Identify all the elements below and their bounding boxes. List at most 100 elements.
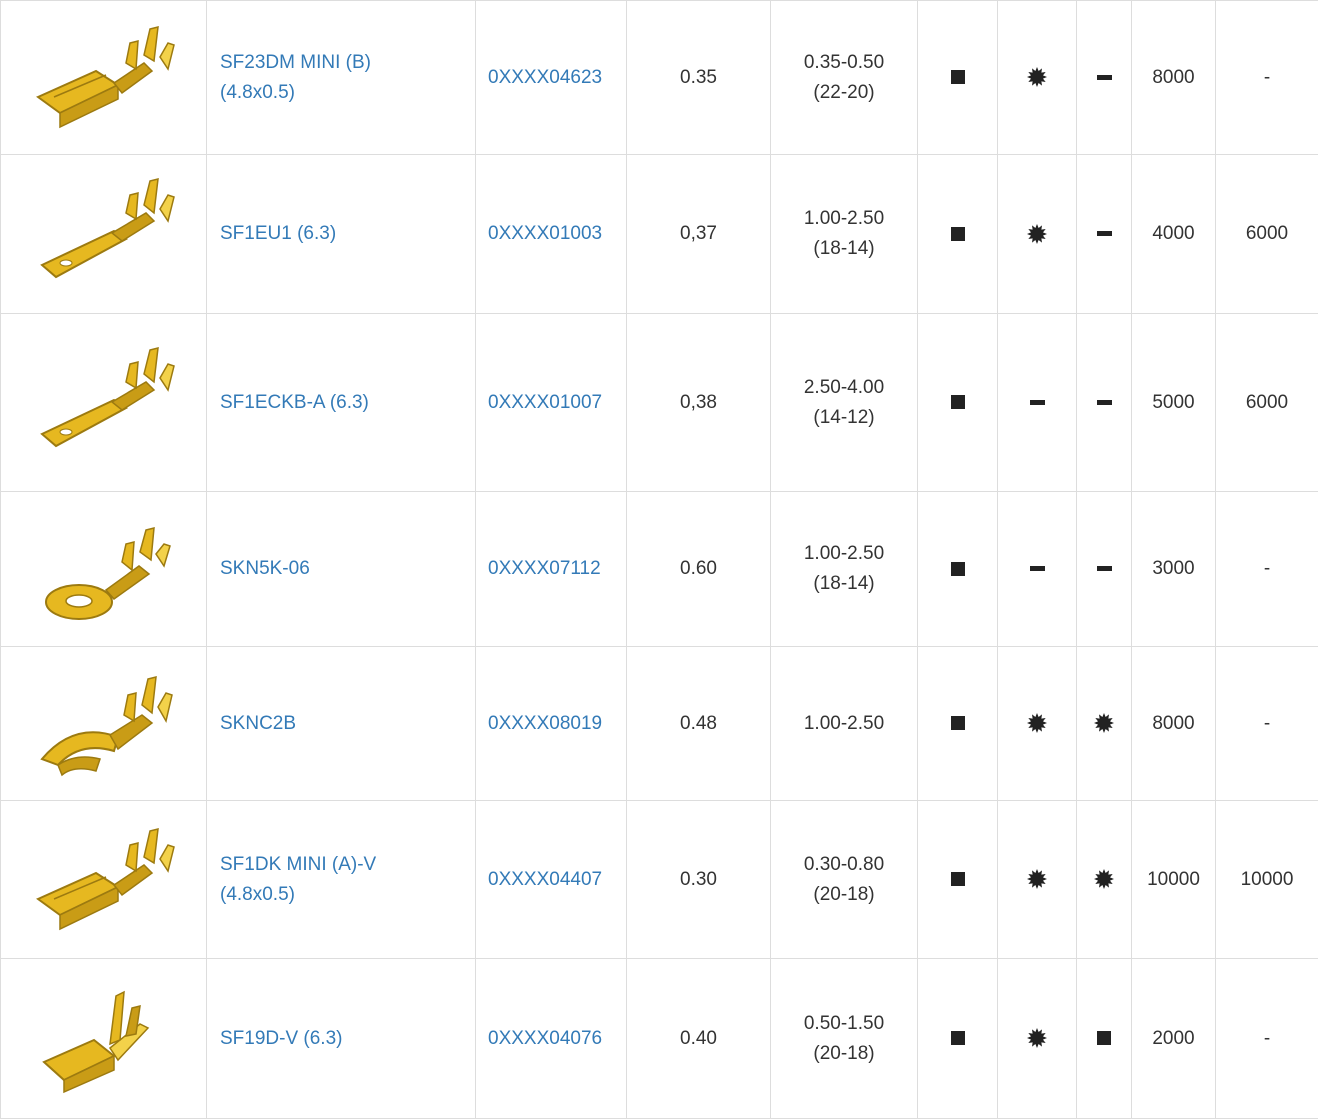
product-name-line: SKN5K-06 (220, 558, 310, 579)
cross-section-line: (18-14) (813, 238, 875, 259)
product-code-link[interactable]: 0XXXX01003 (488, 223, 602, 244)
cross-section-line: 1.00-2.50 (803, 208, 885, 229)
product-name-line: SF1DK MINI (A)-V (220, 853, 377, 875)
weight-cell: 0.30 (626, 800, 771, 959)
product-code-link[interactable]: 0XXXX04407 (488, 869, 602, 890)
filled-square-icon (950, 716, 965, 731)
cross-section-line: (20-18) (813, 883, 875, 905)
property-icon-cell (997, 154, 1077, 314)
female-receptacle-terminal-image[interactable] (14, 815, 194, 945)
quantity-cell: 2000 (1131, 958, 1216, 1119)
product-image-cell (0, 313, 207, 492)
product-name-line: SF19D-V (6.3) (220, 1027, 343, 1049)
table-row: SF23DM MINI (B) (4.8x0.5) 0XXXX04623 0.35 0.… (0, 0, 1318, 155)
product-name-link[interactable]: SKN5K-06 (220, 554, 475, 584)
property-icon-cell (917, 313, 998, 492)
fork-terminal-image[interactable] (14, 659, 194, 789)
starburst-icon (1027, 67, 1047, 88)
property-icon-cell (997, 800, 1077, 959)
product-image-cell (0, 646, 207, 801)
starburst-icon (1027, 223, 1047, 244)
dash-icon (1096, 566, 1112, 572)
ring-terminal-image[interactable] (14, 504, 194, 634)
property-icon-cell (1076, 154, 1132, 314)
cross-section-line: (22-20) (813, 81, 875, 103)
quantity-cell: 8000 (1131, 646, 1216, 801)
quantity-alt-cell: - (1215, 646, 1318, 801)
cross-section-cell: 0.35-0.50 (22-20) (770, 0, 918, 155)
property-icon-cell (1076, 646, 1132, 801)
weight-cell: 0,37 (626, 154, 771, 314)
product-name-cell: SKNC2B (206, 646, 476, 801)
dash-icon (1029, 399, 1045, 405)
product-name-line: SKNC2B (220, 712, 297, 734)
quantity-cell: 5000 (1131, 313, 1216, 492)
quantity-alt-cell: - (1215, 0, 1318, 155)
cross-section-cell: 0.50-1.50 (20-18) (770, 958, 918, 1119)
quantity-alt-cell: - (1215, 491, 1318, 647)
flag-female-terminal-image[interactable] (14, 13, 194, 143)
filled-square-icon (950, 395, 965, 410)
cross-section-line: 0.30-0.80 (803, 853, 885, 875)
cross-section-cell: 0.30-0.80 (20-18) (770, 800, 918, 959)
product-code-cell: 0XXXX04623 (475, 0, 627, 155)
product-name-cell: SF1EU1 (6.3) (206, 154, 476, 314)
quantity-cell: 3000 (1131, 491, 1216, 647)
property-icon-cell (1076, 958, 1132, 1119)
starburst-icon (1094, 713, 1114, 734)
weight-cell: 0,38 (626, 313, 771, 492)
table-row: SF1EU1 (6.3) 0XXXX01003 0,37 1.00-2.50 (18-1… (0, 154, 1318, 314)
quantity-cell: 8000 (1131, 0, 1216, 155)
product-image-cell (0, 958, 207, 1119)
product-name-cell: SF1DK MINI (A)-V (4.8x0.5) (206, 800, 476, 959)
table-row: SF1DK MINI (A)-V (4.8x0.5) 0XXXX04407 0.30 0… (0, 800, 1318, 959)
product-name-line: SF23DM MINI (B) (220, 51, 371, 73)
property-icon-cell (997, 0, 1077, 155)
product-name-link[interactable]: SF23DM MINI (B) (4.8x0.5) (220, 48, 475, 108)
weight-cell: 0.60 (626, 491, 771, 647)
product-name-cell: SF19D-V (6.3) (206, 958, 476, 1119)
product-code-link[interactable]: 0XXXX01007 (488, 392, 602, 413)
product-name-line: SF1ECKB-A (6.3) (220, 391, 369, 413)
cross-section-line: 1.00-2.50 (803, 543, 885, 564)
product-image-cell (0, 800, 207, 959)
quantity-alt-cell: 10000 (1215, 800, 1318, 959)
male-tab-terminal-image[interactable] (14, 338, 194, 468)
cross-section-cell: 1.00-2.50 (770, 646, 918, 801)
product-code-cell: 0XXXX01007 (475, 313, 627, 492)
cross-section-line: 1.00-2.50 (803, 712, 885, 734)
property-icon-cell (997, 958, 1077, 1119)
weight-cell: 0.40 (626, 958, 771, 1119)
table-row: SKN5K-06 0XXXX07112 0.60 1.00-2.50 (18-14) 30… (0, 491, 1318, 647)
product-name-link[interactable]: SF1EU1 (6.3) (220, 219, 475, 249)
quantity-alt-cell: - (1215, 958, 1318, 1119)
weight-cell: 0.35 (626, 0, 771, 155)
product-code-link[interactable]: 0XXXX04076 (488, 1028, 602, 1049)
property-icon-cell (997, 646, 1077, 801)
quantity-alt-cell: 6000 (1215, 154, 1318, 314)
angled-flag-terminal-image[interactable] (14, 974, 194, 1104)
cross-section-cell: 1.00-2.50 (18-14) (770, 491, 918, 647)
starburst-icon (1027, 869, 1047, 890)
table-row: SF19D-V (6.3) 0XXXX04076 0.40 0.50-1.50 (20-… (0, 958, 1318, 1119)
property-icon-cell (917, 800, 998, 959)
product-code-link[interactable]: 0XXXX04623 (488, 67, 602, 88)
quantity-alt-cell: 6000 (1215, 313, 1318, 492)
cross-section-cell: 1.00-2.50 (18-14) (770, 154, 918, 314)
filled-square-icon (950, 226, 965, 241)
product-code-cell: 0XXXX07112 (475, 491, 627, 647)
product-name-link[interactable]: SF1ECKB-A (6.3) (220, 388, 475, 418)
product-name-line: (4.8x0.5) (220, 883, 295, 905)
property-icon-cell (917, 491, 998, 647)
product-code-link[interactable]: 0XXXX08019 (488, 713, 602, 734)
product-name-link[interactable]: SF1DK MINI (A)-V (4.8x0.5) (220, 850, 475, 910)
product-image-cell (0, 154, 207, 314)
product-name-link[interactable]: SKNC2B (220, 709, 475, 739)
cross-section-line: 0.50-1.50 (803, 1012, 885, 1034)
filled-square-icon (1097, 1031, 1111, 1046)
male-tab-terminal-image[interactable] (14, 169, 194, 299)
product-image-cell (0, 491, 207, 647)
product-name-link[interactable]: SF19D-V (6.3) (220, 1024, 475, 1054)
product-code-link[interactable]: 0XXXX07112 (488, 558, 601, 579)
product-name-cell: SF23DM MINI (B) (4.8x0.5) (206, 0, 476, 155)
